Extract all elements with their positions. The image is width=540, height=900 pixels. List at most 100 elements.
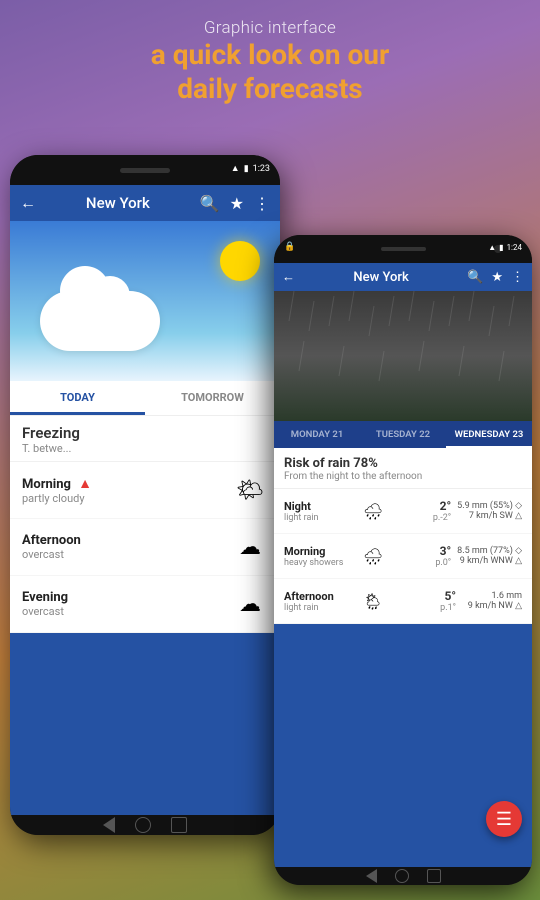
afternoon-right-label: Afternoon	[284, 590, 359, 603]
afternoon-condition: overcast	[22, 548, 232, 561]
afternoon-label: Afternoon	[22, 533, 232, 548]
morning-weather-icon: 🌤	[232, 472, 268, 508]
morning-right-temps: 3° p.0°	[435, 544, 451, 568]
tab-today[interactable]: TODAY	[10, 381, 145, 415]
recents-nav-left[interactable]	[171, 817, 187, 833]
phone-left: ▲ ▮ 1:23 ← New York 🔍 ★ ⋮ TODAY TOMORROW	[10, 155, 280, 835]
header-title-line1: a quick look on our	[151, 38, 389, 71]
days-tabs: MONDAY 21 TUESDAY 22 WEDNESDAY 23	[274, 421, 532, 448]
wifi-icon: ▲	[231, 163, 240, 174]
star-icon-right[interactable]: ★	[491, 270, 503, 285]
night-temps: 2° p.-2°	[433, 499, 451, 523]
weather-row-morning: Morning ▲ partly cloudy 🌤	[10, 462, 280, 519]
city-name-left: New York	[46, 194, 190, 212]
battery-icon-right: ▮	[499, 243, 503, 252]
rain-alert-sub: From the night to the afternoon	[284, 471, 522, 482]
night-weather-icon: 🌧	[359, 497, 387, 525]
header-section: Graphic interface a quick look on our da…	[0, 18, 540, 105]
battery-icon: ▮	[244, 164, 249, 174]
back-nav-right[interactable]	[366, 869, 377, 883]
rain-alert: Risk of rain 78% From the night to the a…	[274, 448, 532, 489]
fab-button[interactable]: ☰	[486, 801, 522, 837]
morning-info: Morning ▲ partly cloudy	[22, 475, 232, 505]
morning-label: Morning ▲	[22, 475, 232, 492]
back-icon-right[interactable]: ←	[282, 269, 295, 285]
evening-weather-icon: ☁	[232, 586, 268, 622]
afternoon-right-condition: light rain	[284, 603, 359, 613]
freezing-sub: T. betwe...	[22, 442, 268, 455]
wifi-icon-right: ▲	[488, 243, 496, 252]
freezing-main: Freezing	[22, 424, 268, 442]
time-display: 1:23	[253, 164, 270, 174]
phone-left-hero	[10, 221, 280, 381]
phone-left-screen: ← New York 🔍 ★ ⋮ TODAY TOMORROW Freezing…	[10, 185, 280, 815]
cloud-graphic	[40, 291, 160, 351]
phone-left-toolbar: ← New York 🔍 ★ ⋮	[10, 185, 280, 221]
weather-row-night: Night light rain 🌧 2° p.-2° 5.9 mm (55%)…	[274, 489, 532, 534]
phone-left-top-bar: ▲ ▮ 1:23	[10, 155, 280, 185]
morning-right-temp-sub: p.0°	[435, 558, 451, 568]
morning-right-temp-main: 3°	[435, 544, 451, 558]
sun-graphic	[220, 241, 260, 281]
back-icon[interactable]: ←	[20, 193, 36, 213]
afternoon-right-temps: 5° p.1°	[440, 589, 456, 613]
morning-right-weather-icon: 🌧	[359, 542, 387, 570]
afternoon-right-temp-sub: p.1°	[440, 603, 456, 613]
more-icon-right[interactable]: ⋮	[511, 270, 524, 285]
morning-right-label: Morning	[284, 545, 359, 558]
day-tab-tuesday[interactable]: TUESDAY 22	[360, 421, 446, 448]
phone-left-bottom-bar	[10, 815, 280, 835]
phone-right-status-bar: ▲ ▮ 1:24	[488, 243, 522, 252]
freezing-section: Freezing T. betwe...	[10, 416, 280, 462]
header-title: a quick look on our daily forecasts	[0, 38, 540, 105]
night-temp-sub: p.-2°	[433, 513, 451, 523]
night-precip: 5.9 mm (55%) ◇ 7 km/h SW △	[457, 501, 522, 521]
phone-right: 🔒 ▲ ▮ 1:24 ← New York 🔍 ★ ⋮	[274, 235, 532, 885]
evening-condition: overcast	[22, 605, 232, 618]
tab-tomorrow[interactable]: TOMORROW	[145, 381, 280, 415]
phone-right-top-bar: 🔒 ▲ ▮ 1:24	[274, 235, 532, 263]
more-icon[interactable]: ⋮	[254, 194, 270, 213]
night-condition: light rain	[284, 513, 359, 523]
morning-right-precip: 8.5 mm (77%) ◇ 9 km/h WNW △	[457, 546, 522, 566]
evening-info: Evening overcast	[22, 590, 232, 618]
phone-right-speaker	[381, 247, 426, 251]
phone-right-screen: ← New York 🔍 ★ ⋮	[274, 263, 532, 867]
phone-right-hero	[274, 291, 532, 421]
day-tab-monday[interactable]: MONDAY 21	[274, 421, 360, 448]
weather-row-evening: Evening overcast ☁	[10, 576, 280, 633]
afternoon-right-weather-icon: 🌦	[359, 587, 387, 615]
day-tab-wednesday[interactable]: WEDNESDAY 23	[446, 421, 532, 448]
phone-left-status-bar: ▲ ▮ 1:23	[231, 163, 270, 174]
city-name-right: New York	[303, 270, 459, 285]
afternoon-info: Afternoon overcast	[22, 533, 232, 561]
star-icon[interactable]: ★	[230, 194, 244, 213]
weather-row-morning-right: Morning heavy showers 🌧 3° p.0° 8.5 mm (…	[274, 534, 532, 579]
recents-nav-right[interactable]	[427, 869, 441, 883]
rain-drops-svg	[274, 291, 532, 421]
tabs-row: TODAY TOMORROW	[10, 381, 280, 416]
phone-right-toolbar: ← New York 🔍 ★ ⋮	[274, 263, 532, 291]
search-icon[interactable]: 🔍	[200, 194, 220, 213]
night-label: Night	[284, 500, 359, 513]
afternoon-right-info: Afternoon light rain	[284, 590, 359, 613]
morning-right-condition: heavy showers	[284, 558, 359, 568]
alert-icon-morning: ▲	[78, 476, 92, 492]
afternoon-right-precip: 1.6 mm 9 km/h NW △	[462, 591, 522, 611]
evening-label: Evening	[22, 590, 232, 605]
header-subtitle: Graphic interface	[0, 18, 540, 38]
weather-row-afternoon: Afternoon overcast ☁	[10, 519, 280, 576]
header-title-line2: daily forecasts	[177, 72, 362, 105]
night-info: Night light rain	[284, 500, 359, 523]
afternoon-right-temp-main: 5°	[440, 589, 456, 603]
phone-left-speaker	[120, 168, 170, 173]
search-icon-right[interactable]: 🔍	[467, 270, 483, 285]
phone-right-status-icons: 🔒	[284, 242, 295, 252]
phone-right-bottom-bar	[274, 867, 532, 885]
weather-list-right: Night light rain 🌧 2° p.-2° 5.9 mm (55%)…	[274, 489, 532, 624]
home-nav-right[interactable]	[395, 869, 409, 883]
time-display-right: 1:24	[507, 243, 522, 252]
home-nav-left[interactable]	[135, 817, 151, 833]
rain-percentage: Risk of rain 78%	[284, 456, 522, 471]
back-nav-left[interactable]	[103, 817, 115, 833]
